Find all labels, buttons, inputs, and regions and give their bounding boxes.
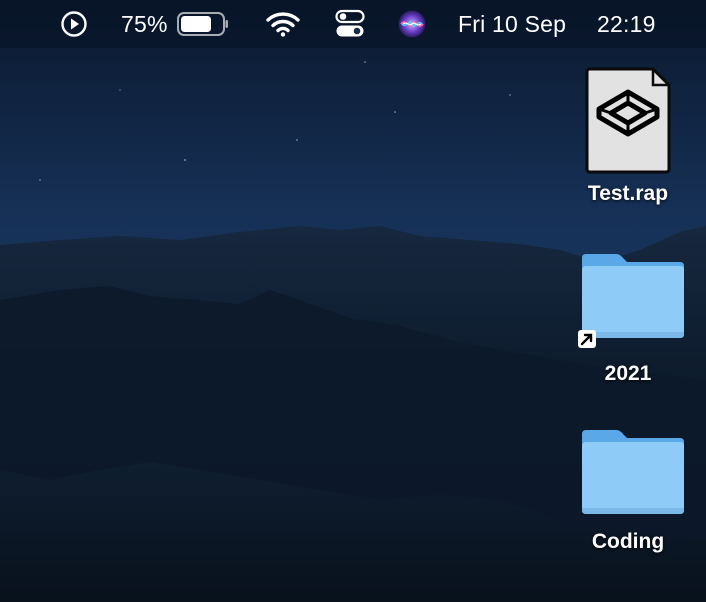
menu-bar-time[interactable]: 22:19 bbox=[597, 0, 656, 48]
battery-icon[interactable] bbox=[177, 0, 229, 48]
desktop-item-label: Coding bbox=[591, 530, 665, 553]
menu-bar-date[interactable]: Fri 10 Sep bbox=[458, 0, 566, 48]
play-circle-icon[interactable] bbox=[60, 0, 88, 48]
rap-document-icon bbox=[585, 67, 671, 174]
desktop-item-coding[interactable]: Coding bbox=[563, 426, 693, 554]
control-center-icon[interactable] bbox=[335, 0, 365, 48]
folder-icon bbox=[582, 430, 684, 514]
battery-fill bbox=[181, 16, 211, 32]
desktop: 75% Fri 10 Sep 22:19 Test.rap 2021 Codin… bbox=[0, 0, 706, 602]
desktop-item-label: 2021 bbox=[604, 362, 652, 385]
folder-alias-icon bbox=[578, 254, 684, 348]
wifi-icon[interactable] bbox=[265, 0, 301, 48]
desktop-item-test-rap[interactable]: Test.rap bbox=[563, 66, 693, 206]
battery-percent-text: 75% bbox=[121, 10, 168, 37]
menu-bar: 75% Fri 10 Sep 22:19 bbox=[0, 0, 706, 48]
date-text: Fri 10 Sep bbox=[458, 10, 567, 37]
siri-icon[interactable] bbox=[397, 0, 427, 48]
time-text: 22:19 bbox=[597, 10, 656, 37]
desktop-item-label: Test.rap bbox=[587, 182, 669, 205]
desktop-item-2021[interactable]: 2021 bbox=[563, 250, 693, 386]
battery-percent-label: 75% bbox=[121, 0, 168, 48]
